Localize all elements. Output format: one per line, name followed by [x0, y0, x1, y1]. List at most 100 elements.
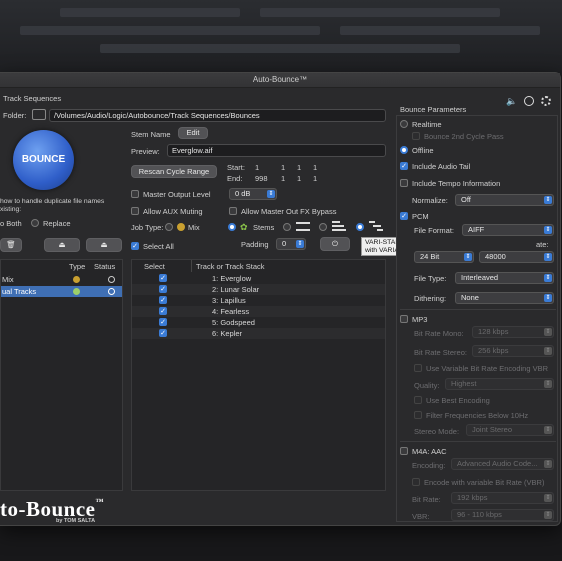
mp3-stereo-mode-select[interactable]: Joint Stereo ⇕ — [466, 424, 554, 436]
replace-radio[interactable] — [31, 219, 39, 227]
track-sequences-title: Track Sequences — [3, 94, 62, 103]
job-vari-start-end-radio[interactable] — [356, 223, 364, 231]
padding-select[interactable]: 0 ⇕ — [276, 238, 306, 250]
type-header: Type — [69, 262, 86, 271]
daw-region — [100, 44, 460, 53]
rescan-cycle-range-button[interactable]: Rescan Cycle Range — [131, 165, 217, 178]
globe-icon[interactable] — [524, 96, 534, 106]
select-header: Select — [144, 262, 165, 271]
m4a-vbr-value: 96 - 110 kbps — [457, 510, 502, 519]
offline-radio[interactable] — [400, 146, 408, 154]
staggered-icon — [332, 221, 346, 232]
file-format-select[interactable]: AIFF ⇕ — [462, 224, 554, 236]
track-select-checkbox[interactable] — [159, 307, 167, 315]
track-select-checkbox[interactable] — [159, 329, 167, 337]
m4a-vbr-select[interactable]: 96 - 110 kbps ⇕ — [451, 509, 554, 521]
mp3-bitrate-stereo-select[interactable]: 256 kbps ⇕ — [472, 345, 554, 357]
power-button[interactable]: ⏻ — [320, 237, 350, 251]
end-beat: 1 — [281, 174, 286, 183]
include-audio-tail-checkbox[interactable] — [400, 162, 408, 170]
gear-icon[interactable] — [541, 96, 551, 106]
track-name: 3: Lapillus — [212, 296, 246, 305]
mix-type-icon — [73, 276, 80, 283]
select-all-checkbox[interactable] — [131, 242, 139, 250]
allow-master-fx-bypass-checkbox[interactable] — [229, 207, 237, 215]
table-row[interactable]: 1: Everglow — [132, 273, 385, 284]
pcm-checkbox[interactable] — [400, 212, 408, 220]
list-item[interactable]: ual Tracks — [1, 286, 122, 297]
chevron-down-icon: ⇕ — [544, 253, 552, 261]
sample-rate-select[interactable]: 48000 ⇕ — [479, 251, 554, 263]
m4a-vbr-checkbox[interactable] — [412, 478, 420, 486]
track-select-checkbox[interactable] — [159, 285, 167, 293]
table-row[interactable]: 3: Lapillus — [132, 295, 385, 306]
track-select-checkbox[interactable] — [159, 274, 167, 282]
offline-label: Offline — [412, 146, 434, 155]
track-name: 2: Lunar Solar — [212, 285, 260, 294]
job-stems-radio[interactable] — [228, 223, 236, 231]
job-type-3-radio[interactable] — [283, 223, 291, 231]
bounce-button[interactable]: BOUNCE — [13, 130, 74, 190]
track-select-checkbox[interactable] — [159, 296, 167, 304]
normalize-select[interactable]: Off ⇕ — [455, 194, 554, 206]
master-output-level-value: 0 dB — [235, 189, 251, 198]
folder-path-field[interactable]: /Volumes/Audio/Logic/Autobounce/Track Se… — [49, 109, 386, 122]
bounce-2nd-cycle-checkbox[interactable] — [412, 132, 420, 140]
mp3-vbr-checkbox[interactable] — [414, 364, 422, 372]
status-indicator — [108, 276, 115, 283]
track-select-checkbox[interactable] — [159, 318, 167, 326]
file-type-select[interactable]: Interleaved ⇕ — [455, 272, 554, 284]
job-stems-label: Stems — [253, 223, 275, 232]
pcm-label: PCM — [412, 212, 429, 221]
speaker-icon[interactable]: 🔈 — [506, 96, 517, 107]
dithering-select[interactable]: None ⇕ — [455, 292, 554, 304]
table-row[interactable]: 2: Lunar Solar — [132, 284, 385, 295]
m4a-checkbox[interactable] — [400, 447, 408, 455]
mp3-best-encoding-checkbox[interactable] — [414, 396, 422, 404]
daw-background — [0, 0, 562, 75]
mp3-checkbox[interactable] — [400, 315, 408, 323]
include-tempo-checkbox[interactable] — [400, 179, 408, 187]
m4a-vbr-encode-label: Encode with variable Bit Rate (VBR) — [424, 478, 545, 487]
track-name: 1: Everglow — [212, 274, 252, 283]
list-item[interactable]: Mix — [1, 274, 122, 285]
mp3-stereo-mode-value: Joint Stereo — [472, 425, 513, 434]
file-format-label: File Format: — [414, 226, 455, 235]
preview-field[interactable]: Everglow.aif — [167, 144, 386, 157]
table-row[interactable]: 6: Kepler — [132, 328, 385, 339]
mp3-bitrate-mono-select[interactable]: 128 kbps ⇕ — [472, 326, 554, 338]
status-indicator — [108, 288, 115, 295]
dup-option-both[interactable]: o Both — [0, 219, 22, 228]
mp3-filter-checkbox[interactable] — [414, 411, 422, 419]
allow-aux-muting-checkbox[interactable] — [131, 207, 139, 215]
export-button[interactable]: ⏏ — [86, 238, 122, 252]
allow-master-fx-bypass-label: Allow Master Out FX Bypass — [241, 207, 337, 216]
chevron-down-icon: ⇕ — [464, 253, 472, 261]
tracks-stack-icon — [296, 222, 310, 231]
bit-depth-select[interactable]: 24 Bit ⇕ — [414, 251, 474, 263]
table-row[interactable]: 4: Fearless — [132, 306, 385, 317]
realtime-radio[interactable] — [400, 120, 408, 128]
job-mix-radio[interactable] — [165, 223, 173, 231]
master-output-level-checkbox[interactable] — [131, 190, 139, 198]
allow-aux-muting-label: Allow AUX Muting — [143, 207, 203, 216]
remove-sequence-button[interactable]: 🗑 — [0, 238, 22, 252]
track-name: 6: Kepler — [212, 329, 243, 338]
chevron-down-icon: ⇕ — [544, 380, 552, 388]
job-type-label: Job Type: — [131, 223, 164, 232]
master-output-level-select[interactable]: 0 dB ⇕ — [229, 188, 277, 200]
m4a-bitrate-select[interactable]: 192 kbps ⇕ — [451, 492, 554, 504]
chevron-down-icon: ⇕ — [544, 226, 552, 234]
mp3-bitrate-mono-label: Bit Rate Mono: — [414, 329, 464, 338]
edit-button[interactable]: Edit — [178, 127, 208, 139]
job-mix-label: Mix — [188, 223, 200, 232]
table-row[interactable]: 5: Godspeed — [132, 317, 385, 328]
m4a-encoding-select[interactable]: Advanced Audio Code... ⇕ — [451, 458, 554, 470]
folder-icon[interactable] — [32, 109, 46, 120]
mp3-quality-select[interactable]: Highest ⇕ — [445, 378, 554, 390]
chevron-down-icon: ⇕ — [544, 511, 552, 519]
import-button[interactable]: ⏏ — [44, 238, 80, 252]
job-type-4-radio[interactable] — [319, 223, 327, 231]
mix-icon — [177, 223, 185, 231]
master-output-level-label: Master Output Level — [143, 190, 211, 199]
